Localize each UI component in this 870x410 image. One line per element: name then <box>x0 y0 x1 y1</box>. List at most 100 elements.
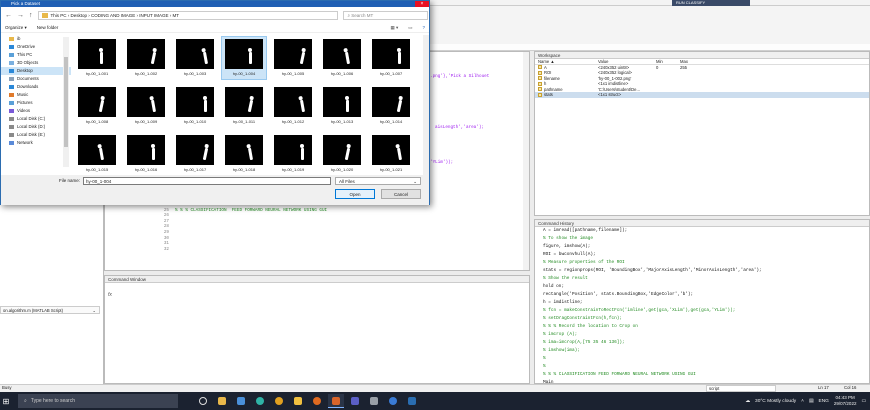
history-entry[interactable]: stats = regionprops(ROI, 'BoundingBox','… <box>535 267 869 275</box>
nav-scrollbar-thumb[interactable] <box>64 57 68 147</box>
breadcrumb-item[interactable]: CODING AND IMAGE <box>91 13 135 18</box>
file-thumbnail[interactable]: hy-00_1-017 <box>173 133 217 175</box>
task-view-icon[interactable] <box>195 394 211 408</box>
file-thumbnail[interactable]: hy-00_1-011 <box>222 85 266 127</box>
file-thumbnail[interactable]: hy-00_1-009 <box>124 85 168 127</box>
forward-arrow-icon[interactable]: → <box>17 12 24 19</box>
chevron-down-icon[interactable]: ⌄ <box>92 307 96 314</box>
breadcrumb-item[interactable]: Desktop <box>71 13 88 18</box>
preview-pane-icon[interactable]: ▭ <box>408 25 412 31</box>
app-taskbar-icon[interactable] <box>366 394 382 408</box>
file-thumbnail[interactable]: hy-00_1-016 <box>124 133 168 175</box>
back-arrow-icon[interactable]: ← <box>5 12 12 19</box>
breadcrumb-item[interactable]: INPUT IMAGE <box>139 13 168 18</box>
nav-scrollbar[interactable] <box>63 37 69 167</box>
teams-taskbar-icon[interactable] <box>347 394 363 408</box>
ws-col-value[interactable]: Value <box>598 59 656 64</box>
notifications-icon[interactable]: ▭ <box>861 399 866 404</box>
file-thumbnail[interactable]: hy-00_1-018 <box>222 133 266 175</box>
view-options-icon[interactable]: ▦ ▾ <box>390 25 398 31</box>
file-thumbnail[interactable]: hy-00_1-010 <box>173 85 217 127</box>
file-thumbnail[interactable]: hy-00_1-003 <box>173 37 217 79</box>
edge-taskbar-icon[interactable] <box>252 394 268 408</box>
nav-item[interactable]: Documents <box>1 75 71 83</box>
history-entry[interactable]: % setDragConstraintFcn(h,fcn); <box>535 315 869 323</box>
file-thumbnail[interactable]: hy-00_1-015 <box>75 133 119 175</box>
script-details-bar[interactable]: on.algorithm.m (MATLAB Script) ⌄ <box>0 306 100 314</box>
file-thumbnail[interactable]: hy-00_1-013 <box>320 85 364 127</box>
breadcrumb-item[interactable]: This PC <box>51 13 67 18</box>
workspace-row[interactable]: stats <1x1 struct> <box>535 92 869 98</box>
history-entry[interactable]: % fcn = makeConstrainToRectFcn('imline',… <box>535 307 869 315</box>
nav-item[interactable]: Desktop <box>1 67 71 75</box>
windows-start-icon[interactable]: ⊞ <box>0 397 12 406</box>
history-entry[interactable]: rectangle('Position', stats.BoundingBox,… <box>535 291 869 299</box>
file-thumbnail[interactable]: hy-00_1-021 <box>369 133 413 175</box>
code-line[interactable]: 25% % % CLASSIFICATION FEED FORWARD NEUR… <box>155 208 327 214</box>
file-type-select[interactable]: All Files ⌄ <box>335 177 421 185</box>
matlab-taskbar-icon[interactable] <box>328 394 344 408</box>
file-thumbnail[interactable]: hy-00_1-004 <box>221 36 267 80</box>
search-input[interactable]: ⌕ Search MT <box>342 10 428 20</box>
history-entry[interactable]: A = imread([pathname,filename]); <box>535 227 869 235</box>
files-taskbar-icon[interactable] <box>290 394 306 408</box>
nav-item[interactable]: 3D Objects <box>1 59 71 67</box>
file-thumbnail[interactable]: hy-00_1-007 <box>369 37 413 79</box>
file-thumbnail[interactable]: hy-00_1-002 <box>124 37 168 79</box>
ws-col-max[interactable]: Max <box>680 59 704 64</box>
history-entry[interactable]: % Show the result <box>535 275 869 283</box>
file-name-input[interactable]: hy-00_1-004 <box>83 177 331 185</box>
history-entry[interactable]: % To show the image <box>535 235 869 243</box>
history-entry[interactable]: % % % Record the location to Crop on <box>535 323 869 331</box>
up-arrow-icon[interactable]: ↑ <box>29 12 33 19</box>
open-button[interactable]: Open <box>335 189 375 199</box>
nav-item[interactable]: Music <box>1 91 71 99</box>
file-thumbnail[interactable]: hy-00_1-014 <box>369 85 413 127</box>
nav-item[interactable]: OneDrive <box>1 43 71 51</box>
tray-chevron-icon[interactable]: ˄ <box>801 399 804 404</box>
history-entry[interactable]: % ima=imcrop(A,[75 35 46 136]); <box>535 339 869 347</box>
nav-item[interactable]: ib <box>1 35 71 43</box>
language-indicator[interactable]: ENG <box>819 399 829 404</box>
command-window[interactable]: Command Window fx <box>104 275 530 384</box>
code-line[interactable]: 32 <box>155 247 327 253</box>
file-thumbnail[interactable]: hy-00_1-008 <box>75 85 119 127</box>
nav-item[interactable]: Local Disk (C:) <box>1 115 71 123</box>
history-entry[interactable]: % <box>535 363 869 371</box>
editor-scrollbar[interactable] <box>523 52 529 270</box>
nav-item[interactable]: Pictures <box>1 99 71 107</box>
breadcrumb[interactable]: This PC › Desktop › CODING AND IMAGE › I… <box>37 10 338 20</box>
file-thumbnail[interactable]: hy-00_1-006 <box>320 37 364 79</box>
organize-button[interactable]: Organize ▾ <box>5 25 27 31</box>
history-entry[interactable]: hold on; <box>535 283 869 291</box>
history-entry[interactable]: ROI = bwconvhull(A); <box>535 251 869 259</box>
file-thumbnail[interactable]: hy-00_1-001 <box>75 37 119 79</box>
ws-col-name[interactable]: Name ▲ <box>538 59 598 64</box>
cancel-button[interactable]: Cancel <box>381 189 421 199</box>
chrome-taskbar-icon[interactable] <box>271 394 287 408</box>
app3-taskbar-icon[interactable] <box>404 394 420 408</box>
network-icon[interactable]: ▤ <box>809 399 814 404</box>
history-entry[interactable]: % imshow(ima); <box>535 347 869 355</box>
nav-item[interactable]: Videos <box>1 107 71 115</box>
dialog-titlebar[interactable]: Pick a Dataset × <box>1 1 429 7</box>
firefox-taskbar-icon[interactable] <box>309 394 325 408</box>
history-entry[interactable]: h = imdistline; <box>535 299 869 307</box>
history-entry[interactable]: % % % CLASSIFICATION FEED FORWARD NEURAL… <box>535 371 869 379</box>
clock[interactable]: 04:43 PM 29/07/2022 <box>834 395 857 407</box>
file-thumbnail[interactable]: hy-00_1-012 <box>271 85 315 127</box>
file-thumbnail[interactable]: hy-00_1-019 <box>271 133 315 175</box>
file-thumbnail[interactable]: hy-00_1-020 <box>320 133 364 175</box>
nav-item[interactable]: Network <box>1 139 71 147</box>
file-grid-scrollbar[interactable] <box>423 35 429 175</box>
mail-taskbar-icon[interactable] <box>233 394 249 408</box>
help-icon[interactable]: ? <box>422 25 425 30</box>
weather-text[interactable]: 30°C Mostly cloudy <box>755 399 796 404</box>
nav-item[interactable]: This PC <box>1 51 71 59</box>
taskbar-search[interactable]: ⌕ Type here to search <box>18 394 178 408</box>
nav-item[interactable]: Local Disk (D:) <box>1 123 71 131</box>
nav-item[interactable]: Local Disk (E:) <box>1 131 71 139</box>
ws-col-min[interactable]: Min <box>656 59 680 64</box>
history-entry[interactable]: figure, imshow(A); <box>535 243 869 251</box>
file-thumbnail[interactable]: hy-00_1-005 <box>271 37 315 79</box>
